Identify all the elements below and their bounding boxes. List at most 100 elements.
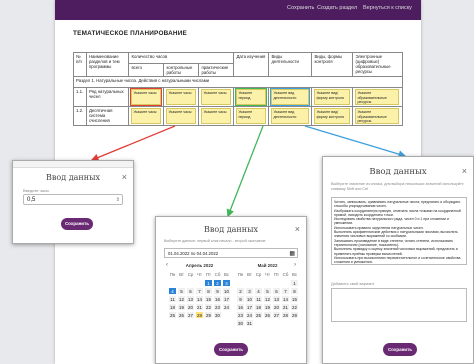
calendar-day[interactable]: 20 (272, 303, 281, 311)
calendar-day[interactable]: 4 (254, 287, 263, 295)
month-title: Май 2022 (257, 263, 278, 268)
calendar-day[interactable]: 3 (222, 279, 231, 287)
option-item[interactable]: Выполнять арифметические действия с нату… (334, 230, 464, 239)
calendar-day[interactable]: 3 (245, 287, 254, 295)
date-range-field[interactable]: 01.04.2022 по 04.04.2022 ▦ (164, 248, 298, 258)
calendar-day[interactable]: 22 (204, 303, 213, 311)
close-icon[interactable]: × (462, 166, 467, 176)
close-icon[interactable]: × (295, 224, 300, 234)
calendar-day[interactable]: 18 (168, 303, 177, 311)
custom-option-textarea[interactable] (331, 288, 467, 322)
calendar-day[interactable]: 12 (177, 295, 186, 303)
calendar-day[interactable]: 4 (168, 287, 177, 295)
calendar-day[interactable]: 18 (254, 303, 263, 311)
empty-cell (236, 279, 245, 287)
calendar-day[interactable]: 30 (213, 311, 222, 319)
date-range-value: 01.04.2022 по 04.04.2022 (168, 251, 219, 256)
weekday-label: Пн (237, 272, 244, 277)
calendar-day[interactable]: 24 (222, 303, 231, 311)
calendar-day[interactable]: 29 (204, 311, 213, 319)
calendar-day[interactable]: 25 (168, 311, 177, 319)
calendar-day[interactable]: 30 (236, 319, 245, 327)
calendar-day[interactable]: 23 (213, 303, 222, 311)
save-button[interactable]: Сохранить (61, 218, 93, 230)
calendar-day[interactable]: 21 (195, 303, 204, 311)
close-icon[interactable]: × (122, 172, 127, 182)
calendar-day[interactable]: 6 (186, 287, 195, 295)
option-item[interactable]: Записывать произведение в виде степени, … (334, 239, 464, 248)
calendar-day[interactable]: 7 (195, 287, 204, 295)
calendar-day[interactable]: 28 (195, 311, 204, 319)
calendar-day[interactable]: 28 (281, 311, 290, 319)
calendar-day[interactable]: 9 (213, 287, 222, 295)
calendar-day[interactable]: 16 (213, 295, 222, 303)
calendar-day[interactable]: 23 (236, 311, 245, 319)
weekday-label: Сб (282, 272, 289, 277)
activity-select[interactable]: Читать, записывать, сравнивать натуральн… (331, 197, 467, 265)
calendar-day[interactable]: 8 (290, 287, 299, 295)
calendar-day[interactable]: 8 (204, 287, 213, 295)
empty-cell (272, 279, 281, 287)
calendar-day[interactable]: 16 (236, 303, 245, 311)
calendar-day[interactable]: 12 (263, 295, 272, 303)
option-item[interactable]: Изображать координатную прямую, отмечать… (334, 209, 464, 218)
calendar-day[interactable]: 26 (177, 311, 186, 319)
calendar-may: Май 2022 Пн Вт Ср Чт Пт Сб Вс 1 2 3 4 5 6 7 8 9 10 11 12 13… (236, 263, 299, 327)
calendar-day[interactable]: 15 (204, 295, 213, 303)
weekday-label: Чт (265, 272, 270, 277)
calendar-day[interactable]: 24 (245, 311, 254, 319)
weekday-label: Сб (214, 272, 221, 277)
calendar-day[interactable]: 14 (281, 295, 290, 303)
calendar-day[interactable]: 25 (254, 311, 263, 319)
hours-input[interactable]: 0,5 ⇕ (23, 194, 123, 205)
calendar-day[interactable]: 14 (195, 295, 204, 303)
save-button[interactable]: Сохранить (383, 343, 417, 356)
calendar-day[interactable]: 13 (272, 295, 281, 303)
calendar-day[interactable]: 2 (236, 287, 245, 295)
calendar-day[interactable]: 11 (168, 295, 177, 303)
field-label: Введите часы (23, 188, 49, 193)
calendar-day[interactable]: 1 (290, 279, 299, 287)
calendar-april: Апрель 2022 Пн Вт Ср Чт Пт Сб Вс 1 2 3 4 5 6 7 8 9 10 11 1… (168, 263, 231, 319)
empty-cell (281, 279, 290, 287)
calendar-day[interactable]: 20 (186, 303, 195, 311)
calendar-day[interactable]: 26 (263, 311, 272, 319)
calendar-icon[interactable]: ▦ (289, 249, 295, 259)
dialog-hint: Выберите данные: первый клик начало - вт… (164, 239, 266, 243)
calendar-day[interactable]: 15 (290, 295, 299, 303)
stepper-icon[interactable]: ⇕ (116, 195, 120, 206)
calendar-day[interactable]: 19 (177, 303, 186, 311)
weekday-label: Вс (291, 272, 298, 277)
option-item[interactable]: Исследовать свойства натурального ряда, … (334, 217, 464, 226)
calendar-day[interactable]: 19 (263, 303, 272, 311)
calendar-day[interactable]: 11 (254, 295, 263, 303)
save-button[interactable]: Сохранить (214, 343, 248, 356)
calendar-day[interactable]: 1 (204, 279, 213, 287)
weekday-label: Чт (197, 272, 202, 277)
calendar-day[interactable]: 17 (245, 303, 254, 311)
empty-cell (254, 279, 263, 287)
add-option-label: Добавить свой вариант (331, 281, 375, 286)
option-item[interactable]: Выполнять прикидку и оценку значений чис… (334, 247, 464, 256)
calendar-day[interactable]: 10 (222, 287, 231, 295)
calendar-day[interactable]: 17 (222, 295, 231, 303)
calendar-day[interactable]: 5 (177, 287, 186, 295)
calendar-day[interactable]: 6 (272, 287, 281, 295)
option-item[interactable]: Читать, записывать, сравнивать натуральн… (334, 200, 464, 209)
calendar-day[interactable]: 21 (281, 303, 290, 311)
calendar-day[interactable]: 10 (245, 295, 254, 303)
calendar-day[interactable]: 13 (186, 295, 195, 303)
calendar-day[interactable]: 22 (290, 303, 299, 311)
calendar-day[interactable]: 27 (186, 311, 195, 319)
calendar-day[interactable]: 2 (213, 279, 222, 287)
calendar-day[interactable]: 29 (290, 311, 299, 319)
calendar-day[interactable]: 7 (281, 287, 290, 295)
calendar-day[interactable]: 9 (236, 295, 245, 303)
calendar-day[interactable]: 5 (263, 287, 272, 295)
empty-cell (263, 279, 272, 287)
calendar-day[interactable]: 27 (272, 311, 281, 319)
weekday-label: Пт (205, 272, 212, 277)
day-grid: Пн Вт Ср Чт Пт Сб Вс 1 2 3 4 5 6 7 8 9 10 11 12 13 14 15 16 17 1… (236, 271, 299, 327)
calendar-day[interactable]: 31 (245, 319, 254, 327)
option-item[interactable]: Использовать при вычислениях переместите… (334, 256, 464, 264)
